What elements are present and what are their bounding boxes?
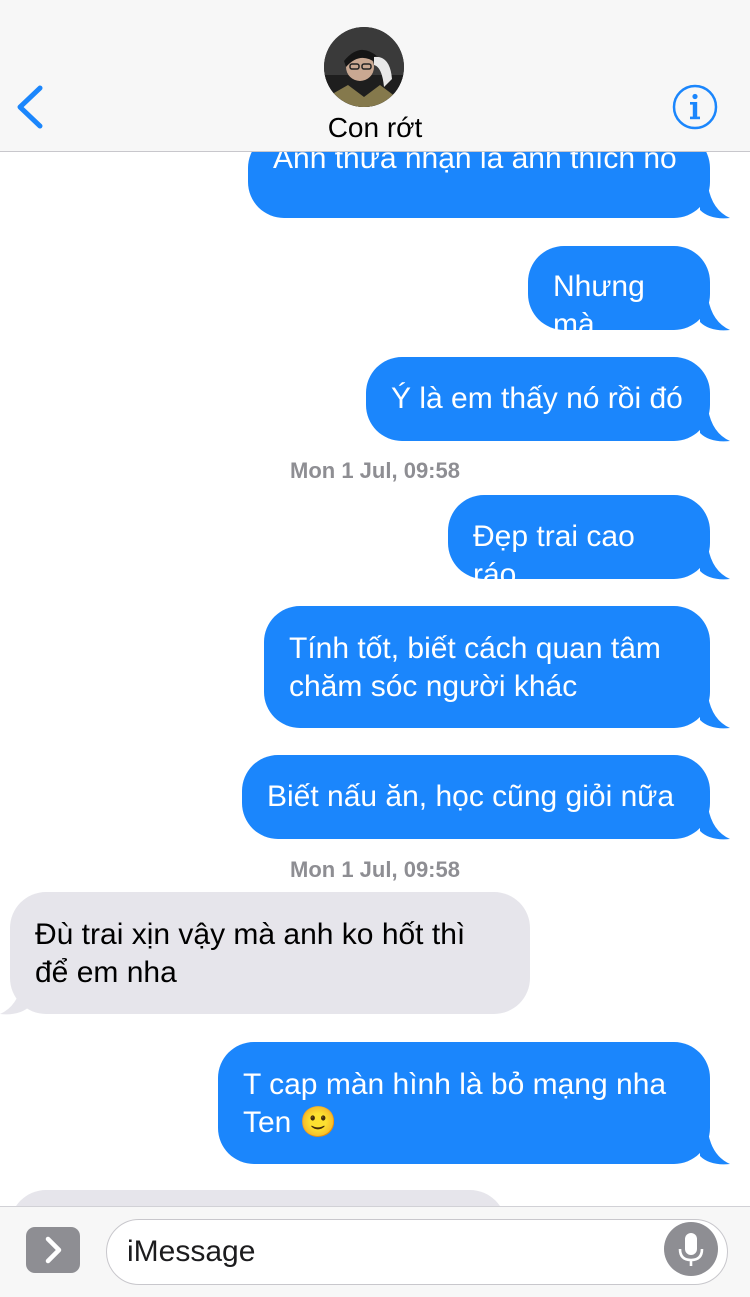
apps-button[interactable]	[26, 1227, 80, 1273]
outgoing-message[interactable]: Nhưng mà	[528, 246, 710, 341]
message-list[interactable]: Anh thừa nhận là anh thích nó Nhưng mà Ý…	[0, 152, 750, 1206]
message-input-placeholder: iMessage	[127, 1235, 256, 1268]
incoming-message[interactable]: Đù trai xịn vậy mà anh ko hốt thì để em …	[10, 892, 530, 1014]
message-text: Anh thừa nhận là anh thích nó	[273, 152, 677, 175]
message-input[interactable]: iMessage	[106, 1219, 728, 1285]
bubble-tail	[700, 409, 730, 442]
bubble-tail	[700, 696, 730, 729]
bubble-tail	[0, 982, 30, 1015]
message-timestamp: Mon 1 Jul, 09:58	[0, 458, 750, 484]
incoming-message-partial[interactable]	[10, 1190, 506, 1206]
avatar-photo	[324, 27, 404, 107]
conversation-header: Con rớt	[0, 0, 750, 152]
contact-name[interactable]: Con rớt	[0, 108, 750, 148]
timestamp-time: 09:58	[403, 458, 460, 483]
microphone-button[interactable]	[664, 1222, 718, 1276]
message-text: Đù trai xịn vậy mà anh ko hốt thì để em …	[35, 918, 466, 989]
microphone-icon	[678, 1233, 704, 1266]
outgoing-message[interactable]: Tính tốt, biết cách quan tâm chăm sóc ng…	[264, 606, 710, 728]
info-button[interactable]	[672, 84, 718, 130]
bubble-tail	[700, 807, 730, 840]
contact-avatar[interactable]	[324, 27, 404, 107]
bubble-tail	[700, 186, 730, 219]
message-text: T cap màn hình là bỏ mạng nha Ten 🙂	[243, 1068, 667, 1139]
outgoing-message[interactable]: Đẹp trai cao ráo	[448, 495, 710, 591]
bubble-tail	[700, 1132, 730, 1165]
message-text: Tính tốt, biết cách quan tâm chăm sóc ng…	[289, 632, 661, 703]
message-text: Biết nấu ăn, học cũng giỏi nữa	[267, 780, 675, 813]
outgoing-message[interactable]: Anh thừa nhận là anh thích nó	[248, 152, 710, 218]
message-text: Nhưng mà	[553, 270, 654, 341]
message-timestamp: Mon 1 Jul, 09:58	[0, 857, 750, 883]
bubble-tail	[700, 547, 730, 580]
outgoing-message[interactable]: Ý là em thấy nó rồi đó	[366, 357, 710, 441]
message-composer: iMessage	[0, 1206, 750, 1297]
chevron-right-icon	[45, 1236, 62, 1264]
outgoing-message[interactable]: Biết nấu ăn, học cũng giỏi nữa	[242, 755, 710, 839]
outgoing-message[interactable]: T cap màn hình là bỏ mạng nha Ten 🙂	[218, 1042, 710, 1164]
timestamp-day: Mon 1 Jul,	[290, 857, 398, 882]
message-text: Ý là em thấy nó rồi đó	[391, 382, 683, 415]
timestamp-day: Mon 1 Jul,	[290, 458, 398, 483]
info-icon	[672, 84, 718, 130]
message-text: Đẹp trai cao ráo	[473, 520, 644, 591]
timestamp-time: 09:58	[403, 857, 460, 882]
bubble-tail	[700, 298, 730, 331]
